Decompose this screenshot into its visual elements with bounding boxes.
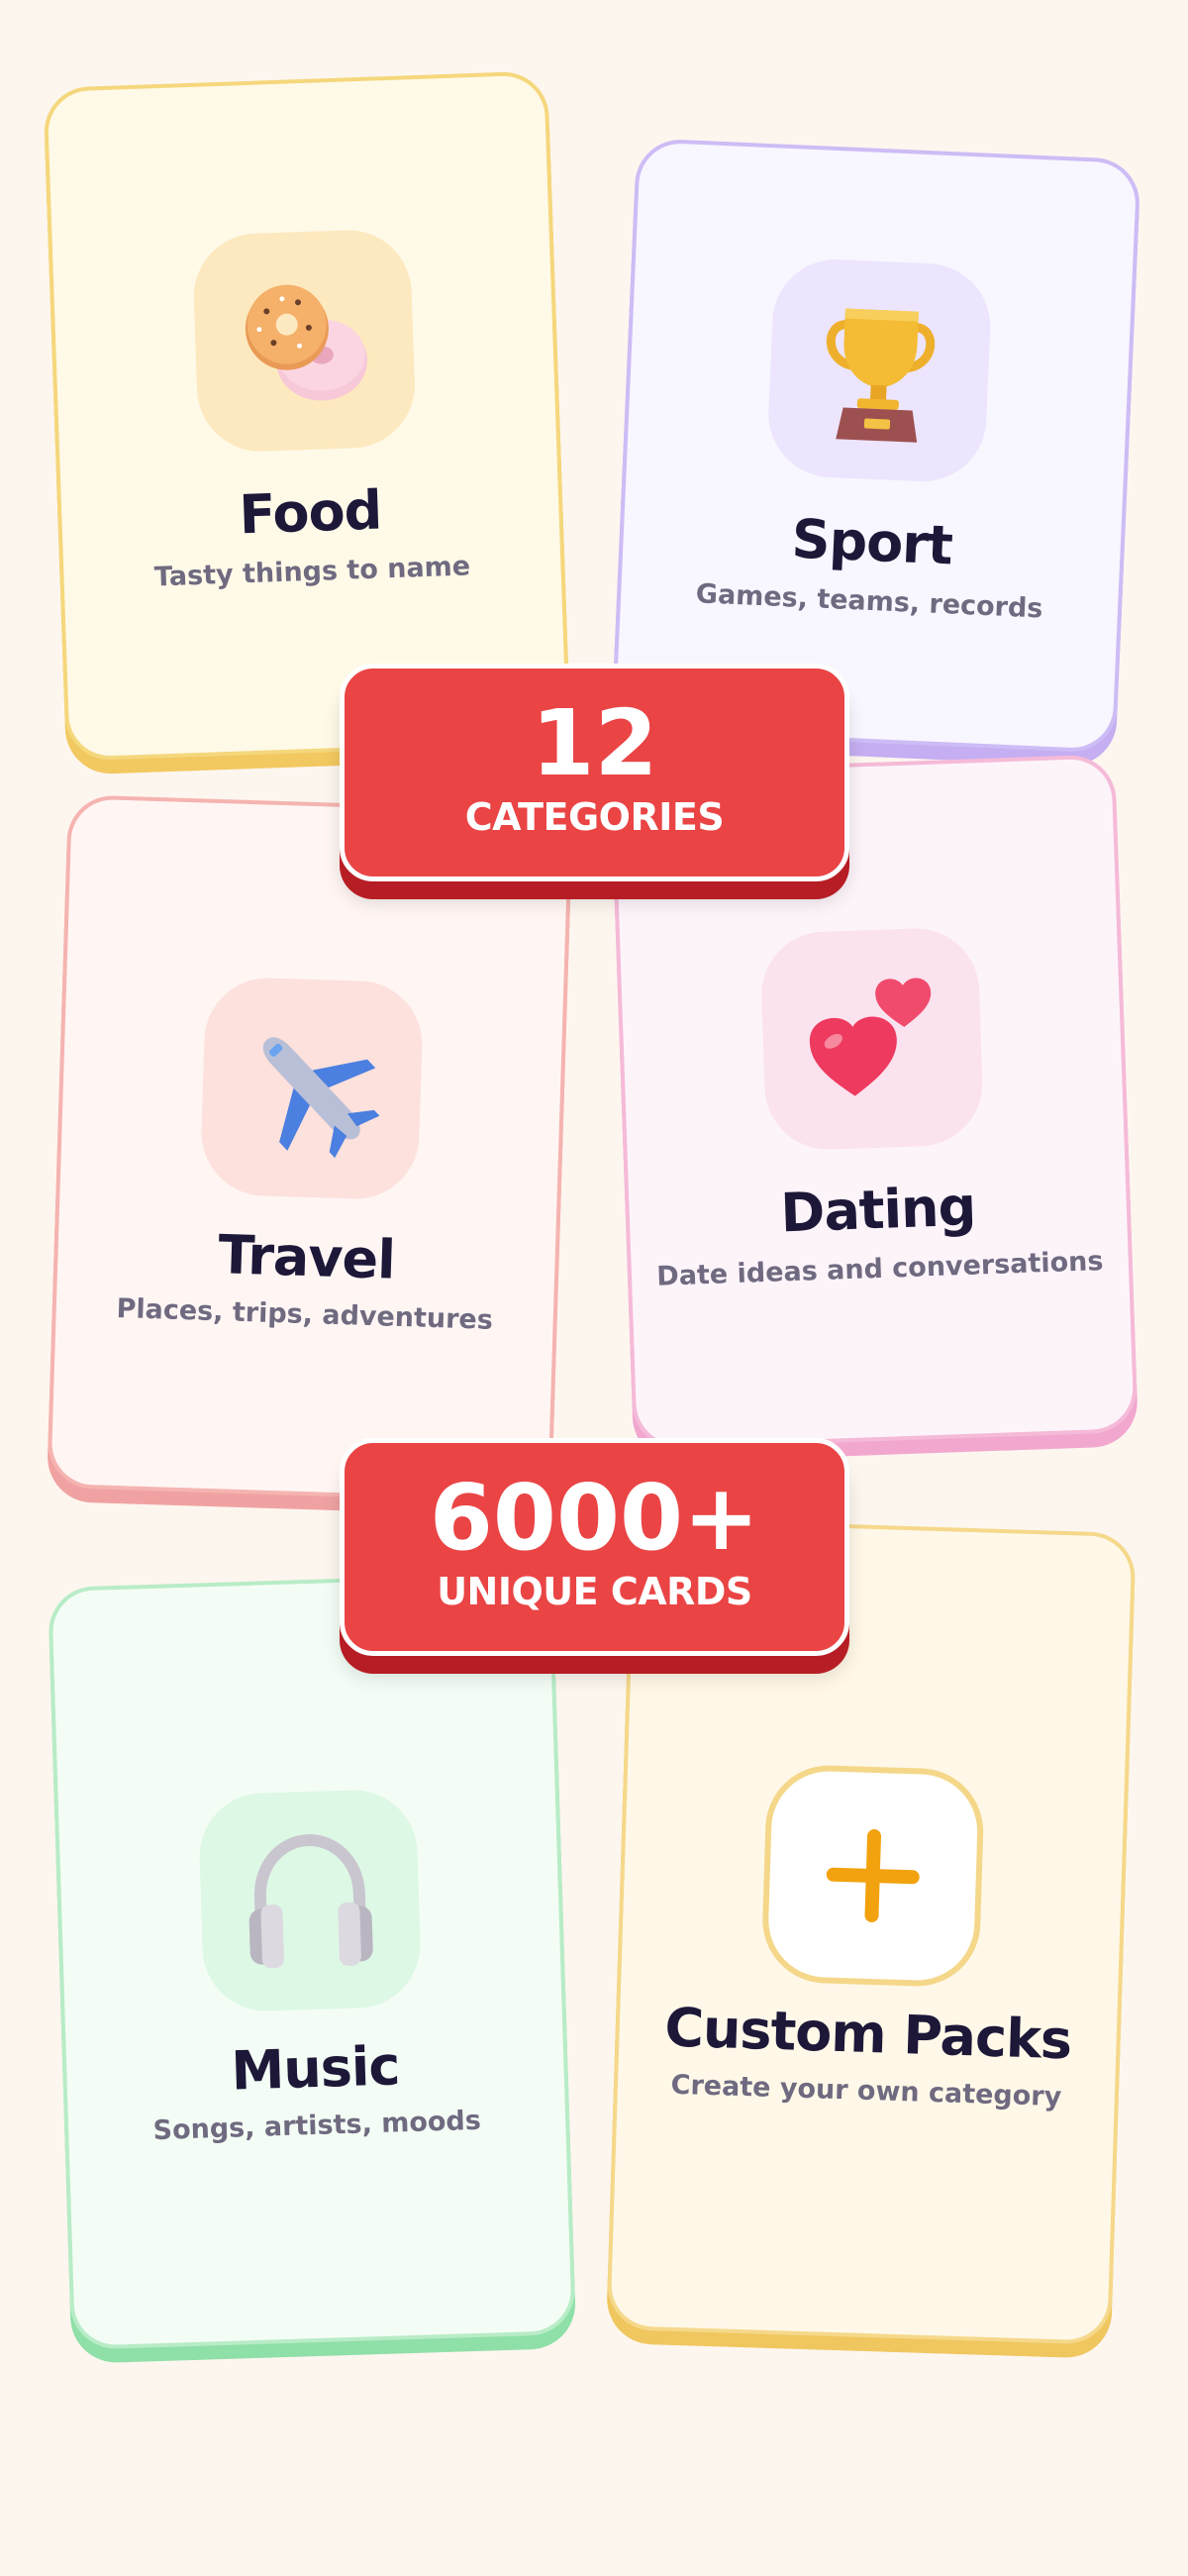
category-subtitle: Tasty things to name	[153, 551, 471, 593]
categories-label: CATEGORIES	[464, 795, 725, 839]
category-title: Custom Packs	[663, 1996, 1073, 2072]
trophy-icon	[826, 308, 936, 443]
category-card-travel[interactable]: Travel Places, trips, adventures	[47, 794, 573, 1503]
category-title: Food	[238, 478, 383, 547]
plus-icon	[826, 1829, 920, 1923]
category-subtitle: Games, teams, records	[695, 578, 1044, 625]
unique-cards-count: 6000+	[429, 1465, 760, 1571]
category-subtitle: Create your own category	[670, 2069, 1062, 2113]
categories-count-badge: 12 CATEGORIES	[340, 664, 849, 881]
unique-cards-label: UNIQUE CARDS	[437, 1570, 752, 1613]
category-title: Music	[230, 2034, 401, 2103]
travel-icon-tile	[199, 976, 425, 1201]
category-subtitle: Places, trips, adventures	[116, 1292, 494, 1336]
sport-icon-tile	[765, 257, 994, 484]
unique-cards-badge: 6000+ UNIQUE CARDS	[340, 1438, 849, 1656]
categories-count: 12	[531, 690, 658, 796]
category-subtitle: Date ideas and conversations	[655, 1246, 1104, 1292]
music-icon-tile	[197, 1788, 423, 2013]
donut-icon	[245, 284, 368, 401]
category-card-food[interactable]: Food Tasty things to name	[43, 70, 571, 762]
hearts-icon	[809, 978, 932, 1096]
category-card-sport[interactable]: Sport Games, teams, records	[611, 138, 1141, 754]
headphones-icon	[248, 1834, 373, 1969]
category-card-music[interactable]: Music Songs, artists, moods	[48, 1572, 576, 2350]
dating-icon-tile	[759, 926, 985, 1152]
category-title: Sport	[790, 507, 954, 577]
category-title: Travel	[217, 1223, 396, 1291]
airplane-icon	[262, 1037, 380, 1159]
food-icon-tile	[191, 228, 418, 454]
category-subtitle: Songs, artists, moods	[152, 2105, 482, 2147]
custom-packs-icon-tile[interactable]	[760, 1763, 986, 1989]
category-title: Dating	[779, 1175, 977, 1245]
